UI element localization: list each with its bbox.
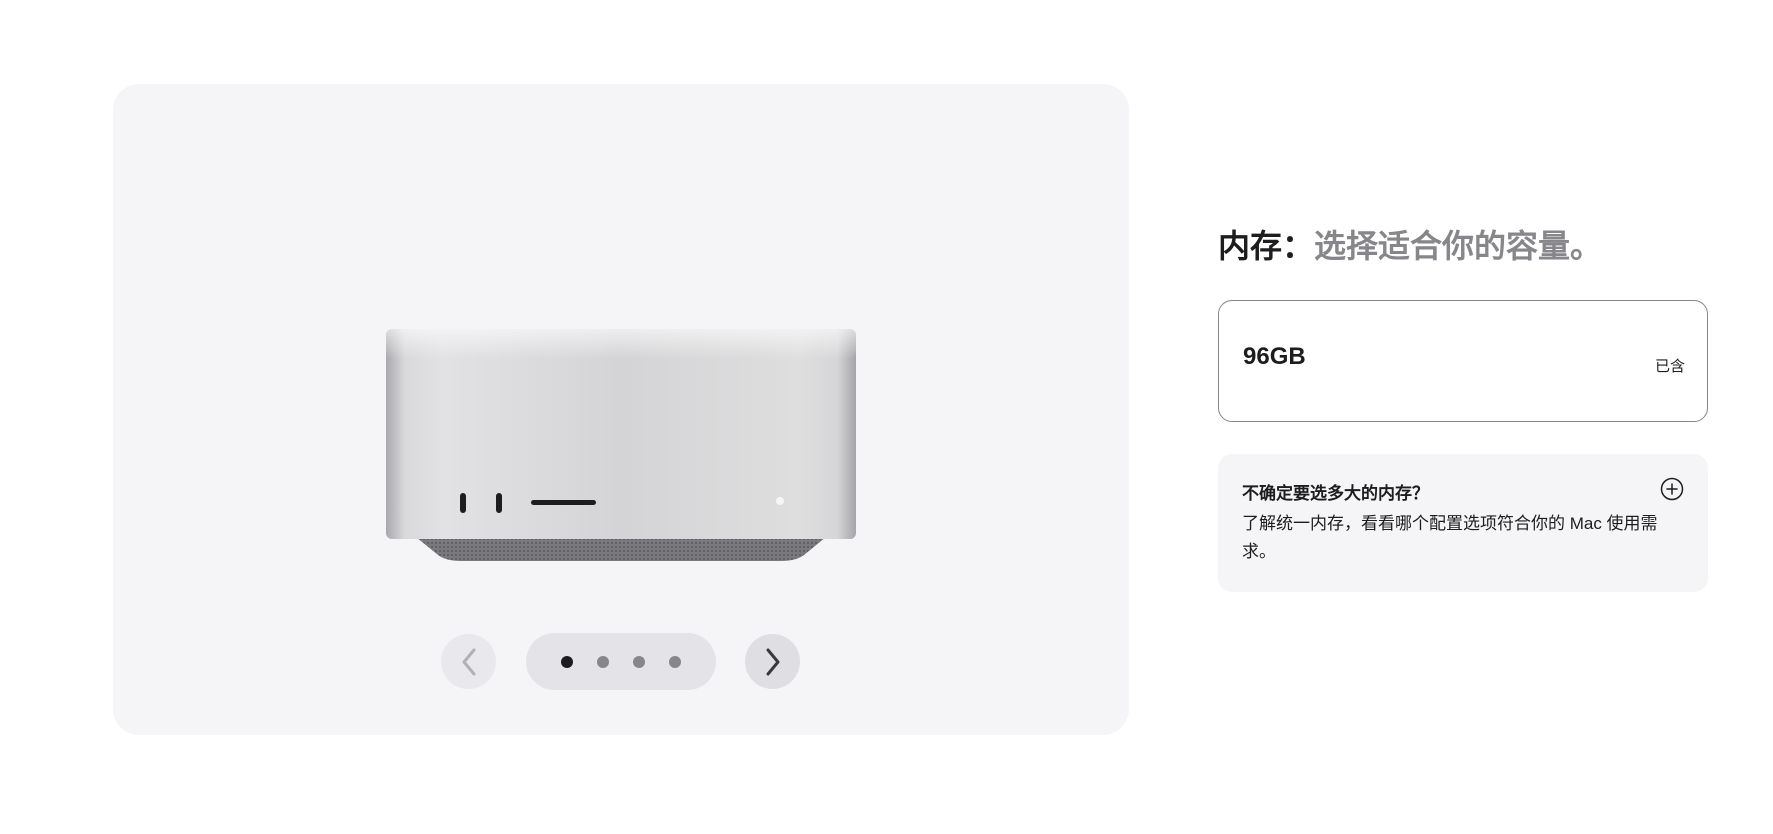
help-body: 了解统一内存，看看哪个配置选项符合你的 Mac 使用需求。 [1242, 514, 1658, 561]
section-title: 内存：选择适合你的容量。 [1218, 224, 1711, 268]
section-title-subtitle: 选择适合你的容量。 [1314, 228, 1603, 264]
memory-option-size: 96GB [1243, 343, 1306, 370]
product-image [386, 329, 856, 561]
section-title-label: 内存： [1218, 228, 1315, 264]
gallery-dot-3[interactable] [633, 655, 645, 668]
mac-studio-image [386, 329, 856, 561]
memory-option-price: 已含 [1654, 358, 1685, 375]
gallery-controls [113, 633, 1129, 691]
help-title: 不确定要选多大的内存？ [1242, 484, 1429, 503]
chevron-left-icon [462, 648, 475, 675]
memory-option-96gb[interactable]: 96GB 已含 [1218, 300, 1708, 422]
plus-circle-icon[interactable] [1660, 477, 1684, 501]
gallery-dot-2[interactable] [597, 655, 609, 668]
gallery-dot-1[interactable] [561, 655, 573, 668]
memory-help-card[interactable]: 不确定要选多大的内存？ 了解统一内存，看看哪个配置选项符合你的 Mac 使用需求… [1218, 454, 1708, 592]
gallery-next-button[interactable] [745, 634, 800, 689]
gallery-prev-button[interactable] [441, 634, 496, 689]
gallery-dot-4[interactable] [669, 655, 681, 668]
gallery-pagination [526, 633, 716, 690]
memory-config-panel: 内存：选择适合你的容量。 96GB 已含 不确定要选多大的内存？ 了解统一内存，… [1218, 224, 1711, 592]
chevron-right-icon [766, 648, 779, 675]
product-gallery [113, 84, 1129, 735]
